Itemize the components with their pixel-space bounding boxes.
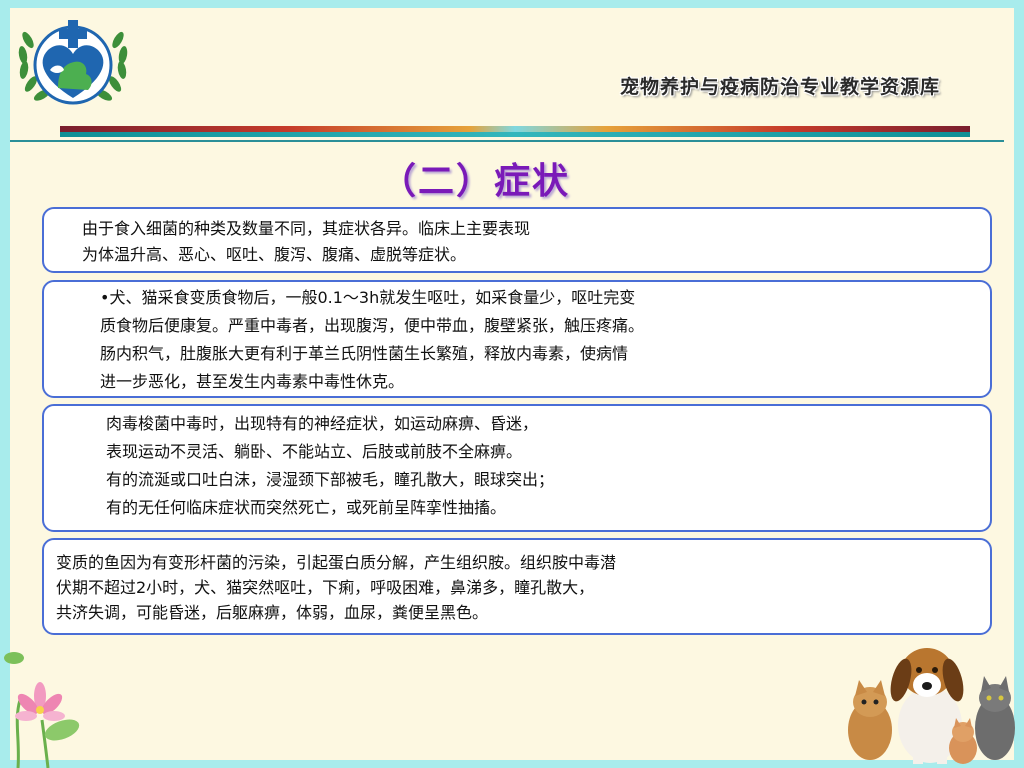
text-line: 变质的鱼因为有变形杆菌的污染，引起蛋白质分解，产生组织胺。组织胺中毒潜	[56, 553, 617, 572]
text-line: 由于食入细菌的种类及数量不同，其症状各异。临床上主要表现	[82, 219, 531, 238]
text-line: 有的无任何临床症状而突然死亡，或死前呈阵挛性抽搐。	[106, 498, 507, 517]
veterinary-logo	[18, 20, 128, 105]
text-line: 肉毒梭菌中毒时，出现特有的神经症状，如运动麻痹、昏迷，	[106, 414, 539, 433]
dog-and-cats-photo	[848, 648, 1015, 764]
lotus-flower-icon	[4, 652, 80, 768]
text-line: 为体温升高、恶心、呕吐、腹泻、腹痛、虚脱等症状。	[82, 245, 467, 264]
text-line: •犬、猫采食变质食物后，一般0.1～3h就发生呕吐，如采食量少，呕吐完变	[100, 288, 636, 307]
symptom-box-general: 由于食入细菌的种类及数量不同，其症状各异。临床上主要表现 为体温升高、恶心、呕吐…	[42, 207, 992, 273]
resource-library-title: 宠物养护与疫病防治专业教学资源库	[620, 76, 941, 98]
symptom-box-botulism: 肉毒梭菌中毒时，出现特有的神经症状，如运动麻痹、昏迷， 表现运动不灵活、躺卧、不…	[42, 404, 992, 532]
text-line: 有的流涎或口吐白沫，浸湿颈下部被毛，瞳孔散大，眼球突出；	[106, 470, 555, 489]
text-line: 质食物后便康复。严重中毒者，出现腹泻，便中带血，腹壁紧张，触压疼痛。	[100, 316, 645, 335]
text-line: 伏期不超过2小时，犬、猫突然呕吐，下痢，呼吸困难，鼻涕多，瞳孔散大，	[56, 578, 595, 597]
header-divider-teal	[60, 132, 970, 137]
symptom-box-histamine: 变质的鱼因为有变形杆菌的污染，引起蛋白质分解，产生组织胺。组织胺中毒潜 伏期不超…	[42, 538, 992, 635]
text-line: 表现运动不灵活、躺卧、不能站立、后肢或前肢不全麻痹。	[106, 442, 523, 461]
slide-title: （二）症状	[380, 161, 571, 202]
text-line: 共济失调，可能昏迷，后躯麻痹，体弱，血尿，粪便呈黑色。	[56, 603, 489, 622]
text-line: 进一步恶化，甚至发生内毒素中毒性休克。	[100, 372, 405, 391]
header-divider-line	[10, 140, 1004, 142]
symptom-box-spoiled-food: •犬、猫采食变质食物后，一般0.1～3h就发生呕吐，如采食量少，呕吐完变 质食物…	[42, 280, 992, 398]
text-line: 肠内积气，肚腹胀大更有利于革兰氏阴性菌生长繁殖，释放内毒素，使病情	[100, 344, 629, 363]
